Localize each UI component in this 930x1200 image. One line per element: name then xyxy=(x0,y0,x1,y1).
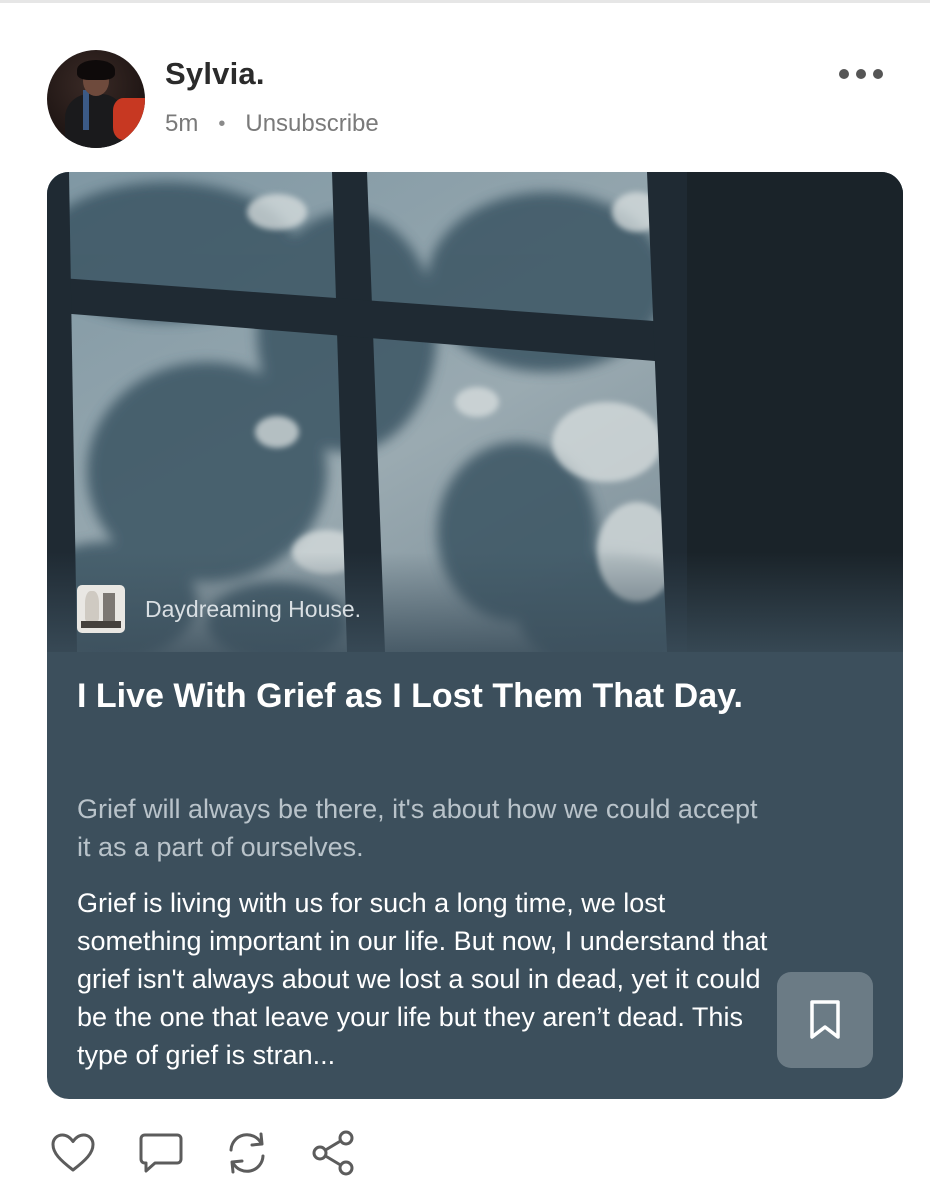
meta-separator: • xyxy=(218,112,226,135)
publication[interactable]: Daydreaming House. xyxy=(77,585,361,633)
more-options-button[interactable] xyxy=(839,64,883,84)
bookmark-button[interactable] xyxy=(777,972,873,1068)
top-divider xyxy=(0,0,930,3)
post-excerpt: Grief is living with us for such a long … xyxy=(77,888,768,1070)
comment-button[interactable] xyxy=(136,1128,186,1178)
restack-icon xyxy=(229,1132,265,1174)
post-meta: 5m • Unsubscribe xyxy=(165,110,379,138)
post-actions xyxy=(48,1128,368,1178)
author-name[interactable]: Sylvia. xyxy=(165,56,265,92)
more-horizontal-icon xyxy=(839,69,849,79)
share-button[interactable] xyxy=(308,1128,358,1178)
comment-icon xyxy=(139,1133,183,1173)
post-title[interactable]: I Live With Grief as I Lost Them That Da… xyxy=(77,670,777,723)
post-subtitle: Grief will always be there, it's about h… xyxy=(77,794,758,862)
unsubscribe-link[interactable]: Unsubscribe xyxy=(245,110,378,138)
share-icon xyxy=(312,1130,354,1176)
publication-name: Daydreaming House. xyxy=(145,595,362,622)
heart-icon xyxy=(51,1133,95,1172)
post-time: 5m xyxy=(165,110,199,137)
bookmark-icon xyxy=(810,1000,840,1039)
like-button[interactable] xyxy=(48,1128,98,1178)
author-avatar[interactable] xyxy=(47,50,145,148)
post-header: Sylvia. 5m • Unsubscribe xyxy=(47,50,887,150)
post-card[interactable]: Daydreaming House. I Live With Grief as … xyxy=(47,172,903,1099)
restack-button[interactable] xyxy=(222,1128,272,1178)
publication-logo xyxy=(77,585,125,633)
